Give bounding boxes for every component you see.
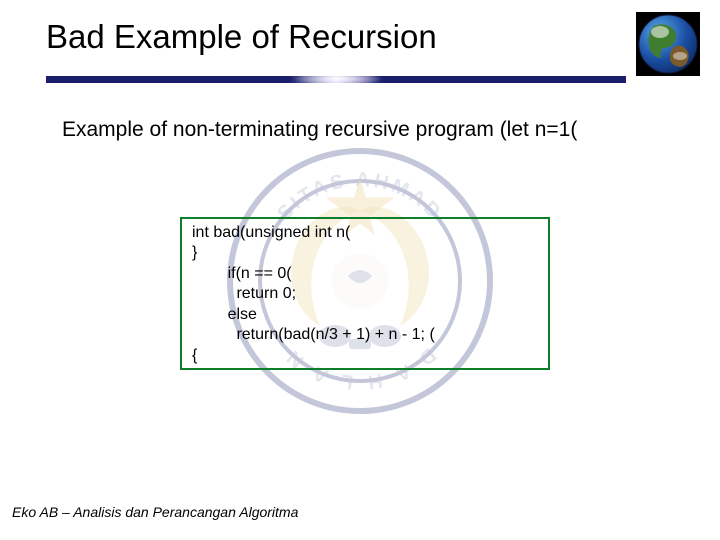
globe-svg [636,12,700,76]
underline-bar [46,72,626,86]
title-underline [46,72,626,86]
slide-footer: Eko AB – Analisis dan Perancangan Algori… [12,504,298,520]
code-line-1: int bad(unsigned int n( [192,224,350,241]
code-line-7: { [192,347,197,364]
code-line-2: } [192,244,197,261]
code-box: int bad(unsigned int n( } if(n == 0( ret… [180,217,550,370]
slide-subtitle: Example of non-terminating recursive pro… [62,118,577,142]
code-line-4: return 0; [192,285,296,302]
slide: SITAS AHMAD D A H L A N Bad Example of R… [0,0,720,540]
code-line-6: return(bad(n/3 + 1) + n - 1; ( [192,326,435,343]
code-content: int bad(unsigned int n( } if(n == 0( ret… [192,223,538,366]
code-line-3: if(n == 0( [192,265,292,282]
globe-icon [636,12,700,76]
code-line-5: else [192,306,257,323]
slide-title: Bad Example of Recursion [46,18,437,56]
